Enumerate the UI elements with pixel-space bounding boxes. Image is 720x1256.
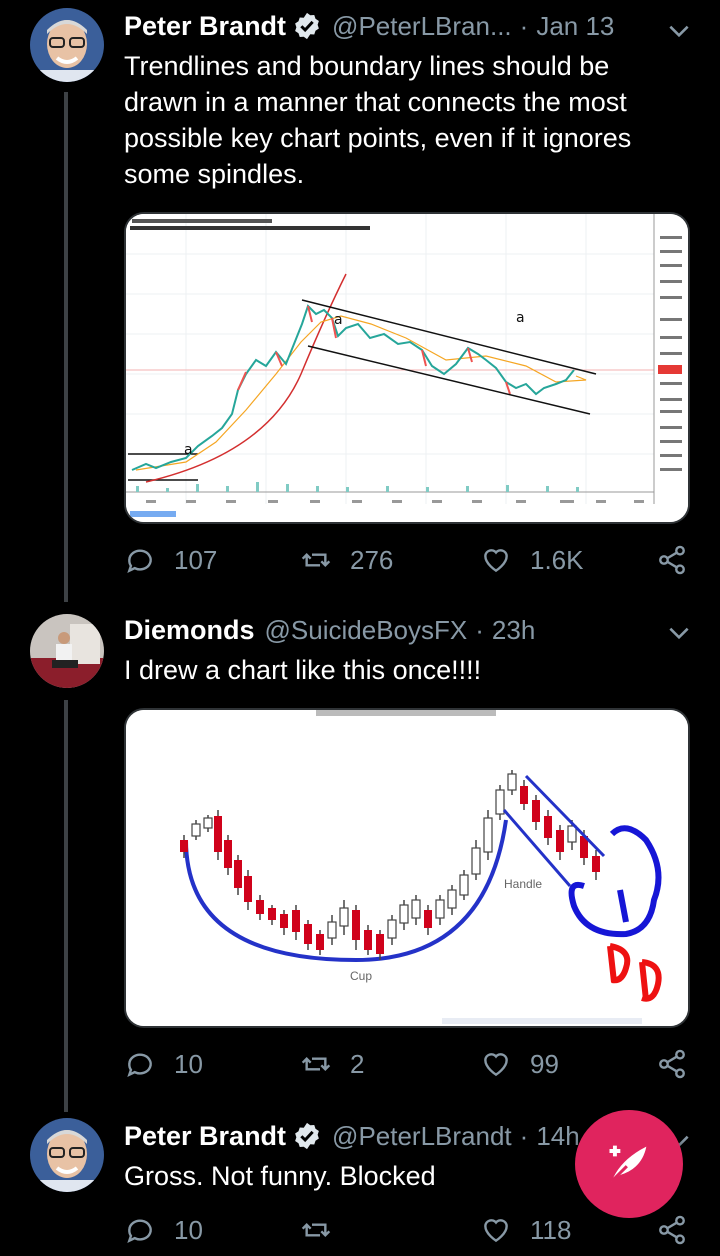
svg-text:a: a	[184, 442, 193, 458]
like-button[interactable]: 1.6K	[480, 540, 584, 580]
separator-dot: ·	[475, 614, 484, 645]
retweet-count: 2	[350, 1048, 365, 1079]
reply-count: 107	[174, 544, 218, 575]
tweet-1[interactable]: Peter Brandt @PeterLBran... · Jan 13 Tre…	[0, 0, 720, 602]
handle-label: Handle	[504, 877, 542, 891]
share-icon	[659, 1215, 685, 1245]
display-name[interactable]: Diemonds	[124, 615, 255, 646]
thread-line	[64, 700, 68, 1112]
share-button[interactable]	[656, 540, 688, 580]
retweet-icon	[301, 1056, 331, 1072]
avatar-peter-brandt[interactable]	[30, 1118, 104, 1192]
reply-button[interactable]: 107	[124, 540, 217, 580]
tweet-2[interactable]: Diemonds @SuicideBoysFX · 23h I drew a c…	[0, 600, 720, 1112]
retweet-button[interactable]: 276	[300, 540, 393, 580]
retweet-count: 276	[350, 544, 394, 575]
heart-icon	[484, 1053, 508, 1077]
like-count: 99	[530, 1048, 559, 1079]
cup-label: Cup	[350, 969, 372, 983]
like-count: 1.6K	[530, 544, 584, 575]
display-name[interactable]: Peter Brandt	[124, 1121, 286, 1152]
btc-chart-image[interactable]: a a a	[124, 212, 690, 524]
svg-text:a: a	[516, 310, 525, 326]
share-icon	[659, 1049, 685, 1079]
tweet-header: Peter Brandt @PeterLBran... · Jan 13	[124, 6, 680, 46]
reply-count: 10	[174, 1214, 203, 1245]
timestamp[interactable]: Jan 13	[536, 11, 614, 42]
share-icon	[659, 545, 685, 575]
reply-icon	[127, 549, 152, 573]
share-button[interactable]	[656, 1210, 688, 1250]
user-handle[interactable]: @PeterLBrandt	[332, 1121, 512, 1152]
share-button[interactable]	[656, 1044, 688, 1084]
chevron-down-icon[interactable]	[666, 620, 692, 646]
user-handle[interactable]: @SuicideBoysFX	[265, 615, 468, 646]
reply-button[interactable]: 10	[124, 1044, 203, 1084]
tweet-header: Diemonds @SuicideBoysFX · 23h	[124, 610, 680, 650]
user-handle[interactable]: @PeterLBran...	[332, 11, 512, 42]
display-name[interactable]: Peter Brandt	[124, 11, 286, 42]
chevron-down-icon[interactable]	[666, 18, 692, 44]
verified-icon	[295, 12, 319, 40]
verified-icon	[295, 1122, 319, 1150]
cup-and-handle-image[interactable]: Cup Handle	[124, 708, 690, 1028]
reply-icon	[127, 1053, 152, 1077]
tweet-actions: 10 2 99	[124, 1044, 696, 1084]
retweet-button[interactable]	[300, 1210, 350, 1250]
svg-text:a: a	[334, 312, 343, 328]
reply-icon	[127, 1219, 152, 1243]
like-button[interactable]: 118	[480, 1210, 571, 1250]
timestamp[interactable]: 23h	[492, 615, 535, 646]
compose-tweet-button[interactable]	[575, 1110, 683, 1218]
avatar-peter-brandt[interactable]	[30, 8, 104, 82]
compose-tweet-icon	[609, 1145, 647, 1183]
heart-icon	[484, 1219, 508, 1243]
thread-line	[64, 92, 68, 602]
heart-icon	[484, 549, 508, 573]
reply-button[interactable]: 10	[124, 1210, 203, 1250]
like-button[interactable]: 99	[480, 1044, 559, 1084]
reply-count: 10	[174, 1048, 203, 1079]
tweet-text: Trendlines and boundary lines should be …	[124, 51, 632, 189]
avatar-diemonds[interactable]	[30, 614, 104, 688]
separator-dot: ·	[519, 10, 529, 41]
separator-dot: ·	[519, 1120, 529, 1151]
retweet-button[interactable]: 2	[300, 1044, 364, 1084]
tweet-actions: 10 118	[124, 1210, 696, 1250]
timestamp[interactable]: 14h	[536, 1121, 579, 1152]
tweet-actions: 107 276 1.6K	[124, 540, 696, 580]
retweet-icon	[301, 552, 331, 568]
retweet-icon	[301, 1222, 331, 1238]
like-count: 118	[530, 1214, 572, 1245]
tweet-text: I drew a chart like this once!!!!	[124, 655, 482, 685]
